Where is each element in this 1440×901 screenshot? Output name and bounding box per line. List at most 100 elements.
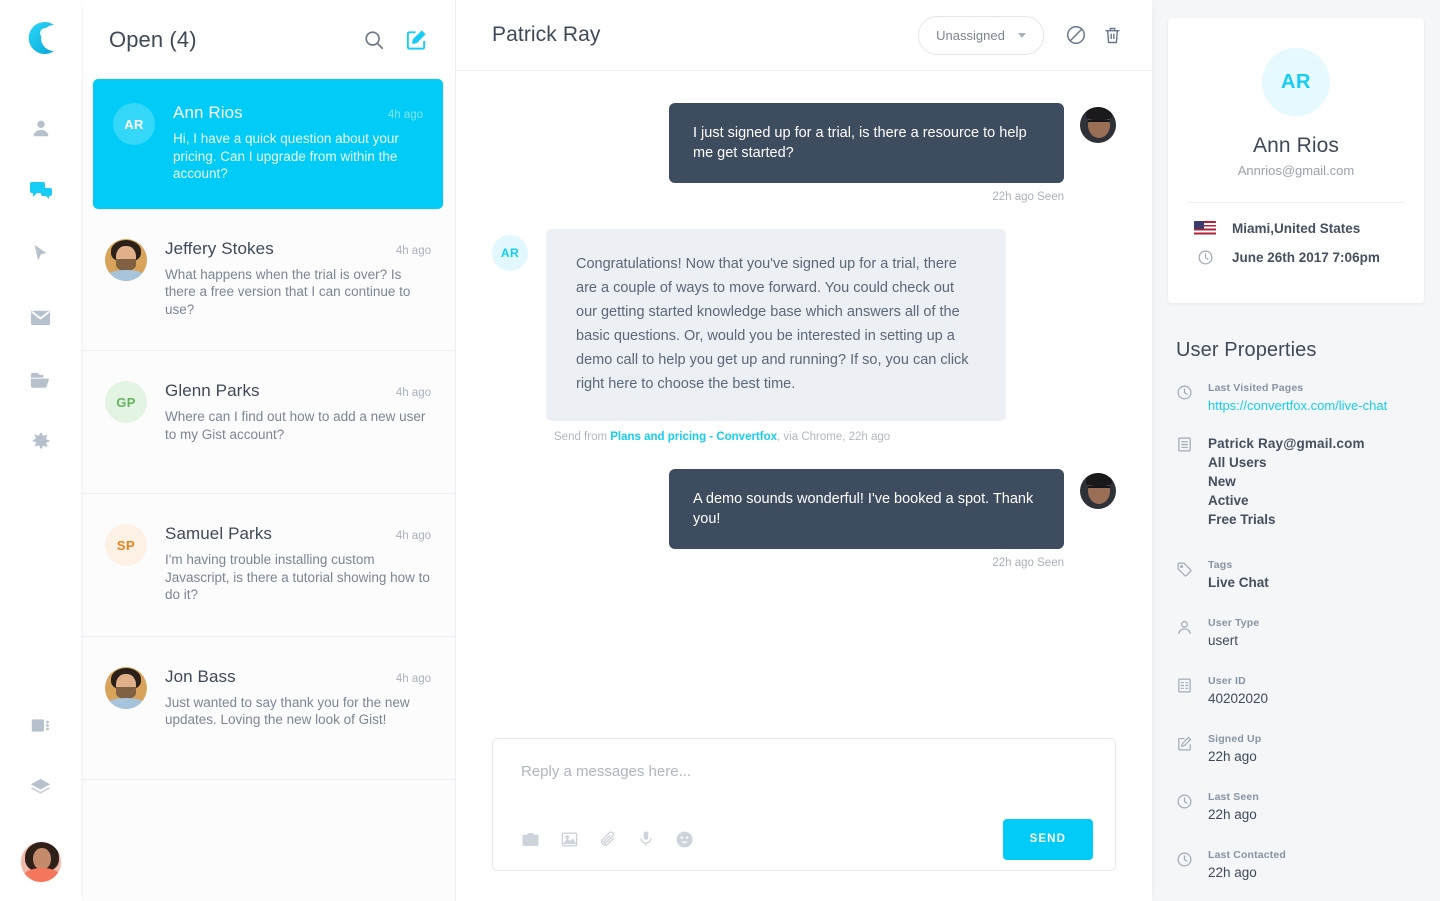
message-bubble: A demo sounds wonderful! I've booked a s…: [669, 469, 1064, 549]
rail-bottom-group: [0, 701, 81, 901]
message-bubble: Congratulations! Now that you've signed …: [546, 229, 1006, 421]
sidebar-item-conversations[interactable]: [17, 167, 65, 215]
property-label: User ID: [1208, 675, 1246, 687]
emoji-icon[interactable]: [675, 830, 694, 849]
avatar: AR: [492, 235, 528, 271]
message-thread: I just signed up for a trial, is there a…: [456, 71, 1152, 738]
list-item-name: Samuel Parks: [165, 524, 273, 543]
sidebar-item-apps[interactable]: [17, 764, 65, 812]
list-item-time: 4h ago: [395, 672, 431, 685]
tag-icon: [1176, 561, 1194, 592]
list-item-snippet: Just wanted to say thank you for the new…: [165, 694, 410, 728]
user-card-rows: Miami,United States June 26th 2017 7:06p…: [1168, 203, 1424, 303]
conversation-items: AR Ann Rios 4h ago Hi, I have a quick qu…: [81, 79, 455, 780]
property-label: Signed Up: [1208, 733, 1262, 745]
property-value: Active: [1208, 493, 1249, 508]
sidebar-item-knowledge-base[interactable]: [17, 356, 65, 404]
assignee-dropdown[interactable]: Unassigned: [918, 15, 1044, 55]
list-item[interactable]: GP Glenn Parks 4h ago Where can I find o…: [81, 351, 455, 494]
reply-input[interactable]: Reply a messages here...: [493, 739, 1115, 808]
message-source-link[interactable]: Plans and pricing - Convertfox: [610, 431, 777, 443]
conversation-header: Patrick Ray Unassigned: [456, 0, 1152, 71]
message-composer: Reply a messages here... SEND: [492, 738, 1116, 871]
message-meta: 22h ago Seen: [992, 557, 1064, 569]
camera-icon[interactable]: [521, 830, 540, 849]
sidebar-item-settings[interactable]: [17, 419, 65, 467]
clock-icon: [1176, 851, 1194, 882]
property-label: Last Visited Pages: [1208, 382, 1304, 394]
left-nav-rail: [0, 0, 81, 901]
clock-icon: [1194, 249, 1216, 266]
clock-icon: [1176, 384, 1194, 415]
property-value: Free Trials: [1208, 512, 1276, 527]
us-flag-icon: [1194, 221, 1216, 236]
image-icon[interactable]: [560, 830, 579, 849]
gist-moon-logo-icon[interactable]: [19, 16, 63, 60]
sidebar-item-email[interactable]: [17, 293, 65, 341]
sidebar-item-contacts[interactable]: [17, 104, 65, 152]
message-row-outgoing: A demo sounds wonderful! I've booked a s…: [492, 469, 1116, 549]
user-details-panel: AR Ann Rios Annrios@gmail.com Miami,Unit…: [1152, 0, 1440, 901]
list-item-snippet: Where can I find out how to add a new us…: [165, 409, 426, 442]
pencil-square-icon: [1176, 735, 1194, 766]
send-button[interactable]: SEND: [1002, 818, 1093, 860]
user-local-time: June 26th 2017 7:06pm: [1232, 250, 1380, 265]
message-meta: 22h ago Seen: [992, 191, 1064, 203]
user-email: Annrios@gmail.com: [1237, 163, 1355, 178]
message-row-outgoing: I just signed up for a trial, is there a…: [492, 103, 1116, 183]
list-item-time: 4h ago: [395, 244, 431, 257]
page-title: Patrick Ray: [492, 23, 601, 46]
trash-icon[interactable]: [1094, 17, 1130, 53]
property-label: User Type: [1208, 617, 1260, 629]
property-last-contacted: Last Contacted 22h ago: [1152, 849, 1440, 882]
list-item-time: 4h ago: [395, 530, 431, 542]
id-card-icon: [1176, 677, 1194, 708]
list-item-name: Glenn Parks: [165, 381, 260, 400]
conversation-panel: Patrick Ray Unassigned I just signed up …: [456, 0, 1152, 901]
list-item-snippet: Hi, I have a quick question about your p…: [173, 131, 399, 181]
property-value: 22h ago: [1208, 807, 1257, 822]
list-item[interactable]: SP Samuel Parks 4h ago I'm having troubl…: [81, 494, 455, 637]
app-root: Open (4) AR Ann Rios 4h ago Hi, I have a…: [0, 0, 1440, 901]
account-avatar[interactable]: [19, 841, 62, 883]
property-last-seen: Last Seen 22h ago: [1152, 791, 1440, 824]
avatar: [105, 666, 147, 709]
list-item[interactable]: Jeffery Stokes 4h ago What happens when …: [81, 208, 455, 351]
sidebar-item-billing[interactable]: [17, 701, 65, 749]
list-item[interactable]: Jon Bass 4h ago Just wanted to say thank…: [81, 636, 455, 780]
message-meta: Send from Plans and pricing - Convertfox…: [554, 431, 1116, 443]
user-properties-title: User Properties: [1176, 339, 1317, 361]
message-meta-prefix: Send from: [554, 431, 611, 443]
property-label: Tags: [1208, 559, 1233, 571]
microphone-icon[interactable]: [637, 830, 655, 848]
list-item-snippet: What happens when the trial is over? Is …: [165, 266, 411, 317]
user-name: Ann Rios: [1252, 134, 1339, 157]
property-label: Patrick Ray@gmail.com: [1208, 436, 1365, 451]
conversation-list-panel: Open (4) AR Ann Rios 4h ago Hi, I have a…: [81, 0, 456, 901]
avatar: [105, 238, 147, 281]
message-row-incoming: AR Congratulations! Now that you've sign…: [492, 229, 1116, 421]
avatar: [1080, 107, 1116, 143]
compose-icon[interactable]: [405, 28, 428, 51]
sidebar-item-campaigns[interactable]: [17, 230, 65, 278]
list-item[interactable]: AR Ann Rios 4h ago Hi, I have a quick qu…: [93, 79, 443, 209]
avatar: AR: [1262, 48, 1330, 116]
property-last-visited-pages: Last Visited Pages https://convertfox.co…: [1152, 382, 1440, 415]
paperclip-icon[interactable]: [599, 830, 617, 848]
property-tags: Tags Live Chat: [1152, 559, 1440, 592]
avatar: GP: [105, 381, 147, 423]
list-item-name: Jeffery Stokes: [165, 238, 274, 258]
property-value[interactable]: https://convertfox.com/live-chat: [1208, 396, 1387, 415]
property-segments: Patrick Ray@gmail.com All Users New Acti…: [1152, 434, 1440, 529]
list-item-snippet: I'm having trouble installing custom Jav…: [165, 552, 430, 602]
property-value: All Users: [1208, 455, 1267, 470]
block-icon[interactable]: [1058, 17, 1094, 53]
clock-icon: [1176, 793, 1194, 824]
conversation-list-header: Open (4): [81, 0, 455, 79]
property-label: Last Seen: [1208, 791, 1259, 803]
property-user-type: User Type usert: [1152, 617, 1440, 650]
user-card: AR Ann Rios Annrios@gmail.com Miami,Unit…: [1168, 18, 1424, 303]
list-title: Open (4): [109, 26, 197, 52]
search-icon[interactable]: [363, 29, 385, 51]
property-value: 22h ago: [1208, 865, 1257, 880]
